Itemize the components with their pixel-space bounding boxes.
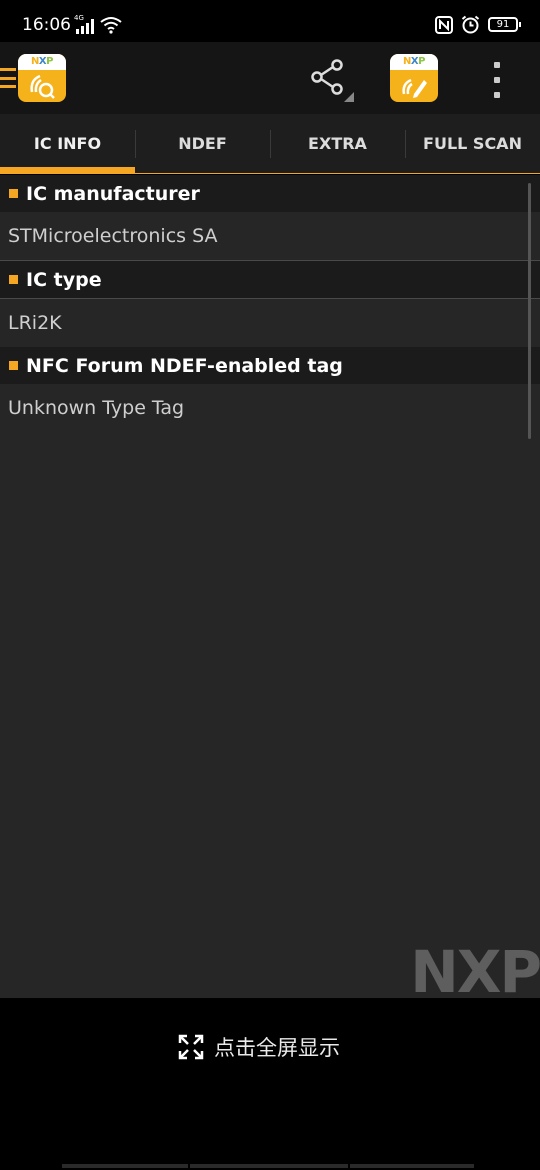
app-bar: NXP NXP [0, 42, 540, 114]
network-type-label: 4G [74, 14, 84, 22]
status-right-icons: 91 [435, 15, 521, 34]
nav-hint-left [62, 1164, 188, 1168]
tab-ic-info[interactable]: IC INFO [0, 114, 135, 173]
wifi-icon [100, 17, 122, 34]
status-time: 16:06 [22, 15, 71, 35]
bullet-icon [9, 189, 18, 198]
bullet-icon [9, 275, 18, 284]
share-button[interactable] [304, 56, 356, 104]
tag-info-icon [30, 74, 55, 99]
share-icon [311, 59, 354, 102]
tab-bar: IC INFO NDEF EXTRA FULL SCAN [0, 114, 540, 174]
tagwriter-app-button[interactable]: NXP [390, 54, 438, 102]
nxp-watermark-logo: NXP [410, 938, 540, 1006]
section-header-ic-manufacturer: IC manufacturer [0, 175, 540, 212]
tab-ndef[interactable]: NDEF [135, 114, 270, 173]
section-header-ic-type: IC type [0, 261, 540, 298]
section-header-ndef-enabled: NFC Forum NDEF-enabled tag [0, 347, 540, 384]
scrollbar[interactable] [528, 183, 531, 439]
tab-extra[interactable]: EXTRA [270, 114, 405, 173]
bullet-icon [9, 361, 18, 370]
more-options-button[interactable] [482, 60, 512, 100]
alarm-icon [461, 15, 480, 34]
status-left-icons: 4G [74, 14, 122, 34]
status-bar: 16:06 4G 91 [0, 0, 540, 42]
expand-icon [178, 1034, 204, 1060]
app-logo[interactable]: NXP [18, 54, 66, 102]
section-value-ic-manufacturer: STMicroelectronics SA [8, 225, 218, 247]
fullscreen-label: 点击全屏显示 [214, 1036, 340, 1060]
more-vert-icon [494, 62, 500, 68]
section-title: IC type [26, 268, 102, 291]
section-value-ic-type: LRi2K [8, 312, 62, 334]
nfc-icon [435, 15, 453, 34]
section-value-ndef-enabled: Unknown Type Tag [8, 397, 185, 419]
fullscreen-button[interactable]: 点击全屏显示 [178, 1032, 340, 1062]
hamburger-icon[interactable] [0, 68, 16, 88]
nav-hint-center [190, 1164, 348, 1168]
tag-write-icon [402, 78, 427, 98]
section-title: IC manufacturer [26, 182, 200, 205]
tab-full-scan[interactable]: FULL SCAN [405, 114, 540, 173]
ic-info-content[interactable]: IC manufacturer STMicroelectronics SA IC… [0, 175, 540, 1006]
battery-icon: 91 [488, 17, 521, 32]
bottom-banner: 点击全屏显示 [0, 998, 540, 1170]
cellular-signal-icon: 4G [74, 14, 94, 34]
section-title: NFC Forum NDEF-enabled tag [26, 354, 343, 377]
nav-hint-right [350, 1164, 474, 1168]
app-logo-nxp-text: NXP [31, 56, 53, 67]
tagwriter-nxp-text: NXP [403, 56, 425, 67]
